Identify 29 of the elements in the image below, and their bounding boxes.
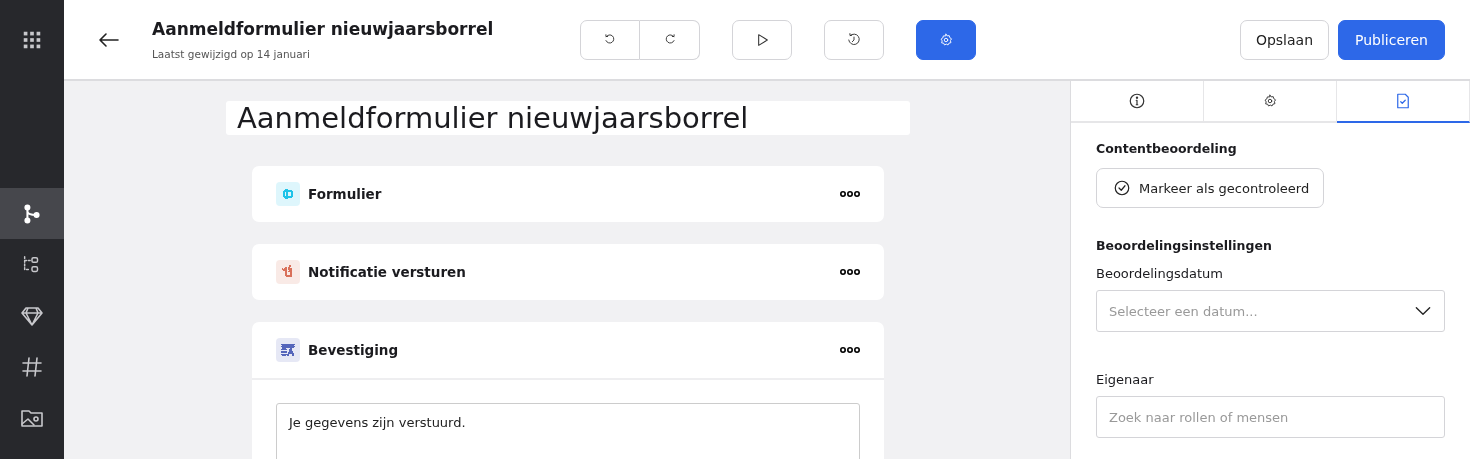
section-heading: Beoordelingsinstellingen [1096, 238, 1272, 253]
block-title: Notificatie versturen [308, 264, 466, 280]
owner-search-field[interactable]: Zoek naar rollen of mensen [1096, 396, 1445, 438]
save-button[interactable]: Opslaan [1239, 19, 1329, 60]
title-field[interactable]: Aanmeldformulier nieuwjaarsborrel [226, 101, 910, 135]
mark-reviewed-button[interactable]: Markeer als gecontroleerd [1096, 168, 1325, 208]
settings-icon [939, 32, 953, 47]
message-field[interactable]: Je gegevens zijn verstuurd. [276, 403, 860, 459]
check-circle-icon [1113, 179, 1131, 197]
document-check-icon [1394, 92, 1412, 110]
info-icon [1128, 92, 1146, 110]
settings-icon [1263, 94, 1277, 108]
history-icon [847, 32, 861, 47]
page-title: Aanmeldformulier nieuwjaarsborrel [152, 19, 495, 39]
publish-button[interactable]: Publiceren [1338, 19, 1445, 60]
apps-grid-icon [21, 29, 43, 51]
block-title: Formulier [308, 186, 382, 202]
section-heading: Contentbeoordeling [1096, 141, 1237, 156]
branch-icon [21, 202, 43, 225]
field-label: Eigenaar [1096, 372, 1154, 387]
panel-tab[interactable] [1337, 81, 1470, 123]
last-modified-text: Laatst gewijzigd op 14 januari [152, 48, 311, 60]
date-dropdown[interactable]: Selecteer een datum... [1096, 290, 1445, 332]
undo-icon [603, 32, 617, 47]
settings-button[interactable] [916, 19, 976, 60]
block-title: Bevestiging [308, 342, 399, 358]
hash-icon [20, 354, 44, 379]
field-label: Beoordelingsdatum [1096, 266, 1223, 281]
sidebar-item[interactable] [0, 188, 64, 239]
